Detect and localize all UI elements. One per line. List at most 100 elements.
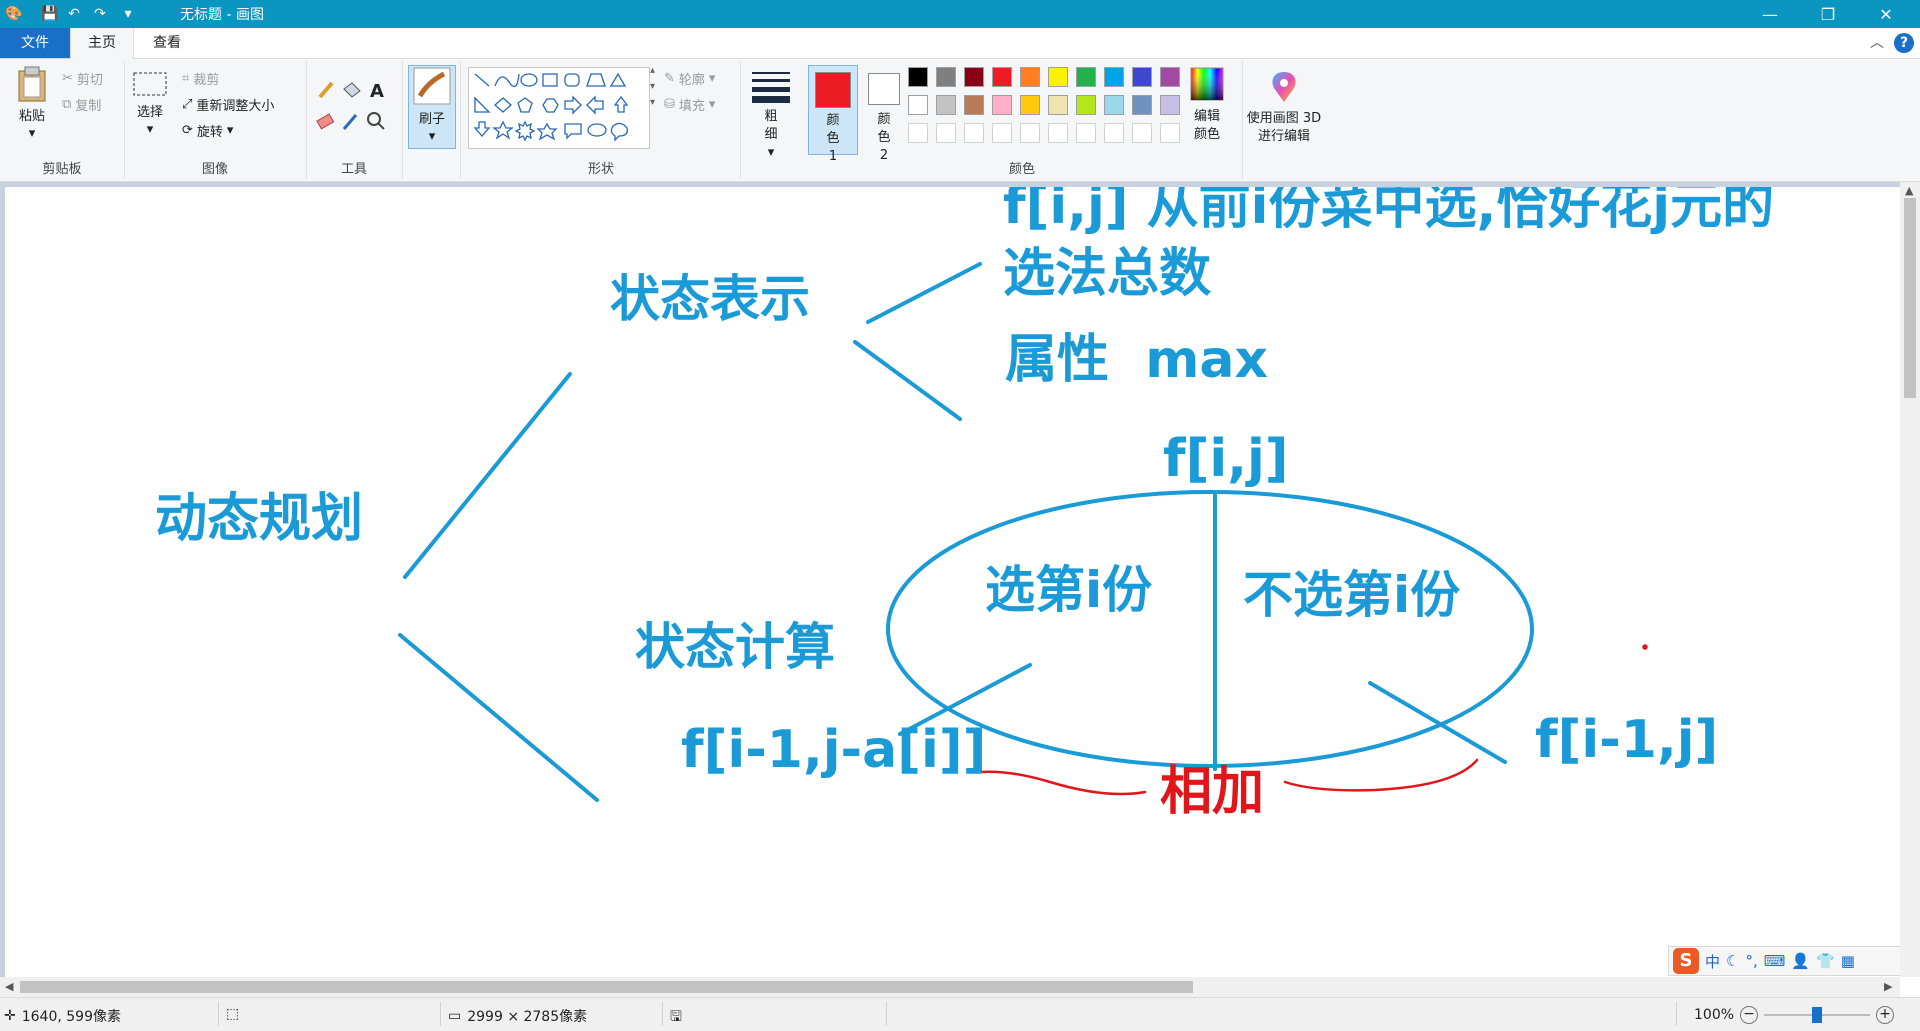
copy-button[interactable]: ⧉ 复制 bbox=[62, 95, 101, 114]
skin-icon[interactable]: 👕 bbox=[1816, 952, 1835, 970]
palette-swatch[interactable] bbox=[908, 67, 928, 87]
drawing-canvas[interactable]: 动态规划 状态表示 状态计算 f[i,j] 从前i份菜中选,恰好花j元的 选法总… bbox=[5, 187, 1900, 977]
grid-icon[interactable]: ▦ bbox=[1841, 952, 1855, 970]
palette-swatch[interactable] bbox=[1104, 95, 1124, 115]
shapes-scroll[interactable]: ▴ ▾ ▾ bbox=[650, 65, 655, 109]
fill-button[interactable]: ⛁ 填充 ▾ bbox=[664, 95, 715, 114]
save-icon[interactable]: 💾 bbox=[40, 0, 60, 28]
fill-bucket-icon bbox=[343, 82, 361, 98]
custom-color-slot[interactable] bbox=[1020, 123, 1040, 143]
palette-swatch[interactable] bbox=[992, 95, 1012, 115]
maximize-button[interactable]: ❐ bbox=[1800, 0, 1856, 28]
file-size: 🖫 bbox=[670, 1006, 682, 1030]
palette-swatch[interactable] bbox=[964, 95, 984, 115]
custom-color-slot[interactable] bbox=[992, 123, 1012, 143]
scroll-right-icon[interactable]: ▶ bbox=[1884, 980, 1892, 993]
ime-mode-label[interactable]: 中 bbox=[1705, 951, 1720, 972]
colors-group-label: 颜色 bbox=[1008, 162, 1035, 177]
palette-swatch[interactable] bbox=[1076, 67, 1096, 87]
paste-dropdown-icon[interactable]: ▾ bbox=[8, 125, 56, 142]
palette-swatch[interactable] bbox=[1160, 95, 1180, 115]
palette-swatch[interactable] bbox=[1048, 67, 1068, 87]
punctuation-icon[interactable]: °, bbox=[1745, 952, 1757, 970]
selection-icon: ⬚ bbox=[226, 1006, 240, 1022]
zoom-slider[interactable] bbox=[1764, 1007, 1871, 1023]
scroll-left-icon[interactable]: ◀ bbox=[5, 980, 13, 993]
paste-button[interactable]: 粘贴 ▾ bbox=[8, 65, 56, 142]
color1-button[interactable]: 颜色 1 bbox=[808, 65, 858, 164]
vertical-scroll-thumb[interactable] bbox=[1904, 198, 1916, 398]
select-dropdown-icon[interactable]: ▾ bbox=[130, 121, 170, 138]
select-rectangle-icon bbox=[133, 72, 167, 96]
scroll-up-icon[interactable]: ▲ bbox=[1905, 184, 1913, 197]
title-bar: 🎨 💾 ↶ ↷ ▾ 无标题 - 画图 — ❐ ✕ bbox=[0, 0, 1920, 28]
custom-color-slot[interactable] bbox=[1132, 123, 1152, 143]
brushes-label: 刷子 bbox=[418, 112, 445, 127]
keyboard-icon[interactable]: ⌨ bbox=[1764, 952, 1786, 970]
brushes-button[interactable]: 刷子 ▾ bbox=[408, 65, 456, 149]
custom-color-slot[interactable] bbox=[1104, 123, 1124, 143]
vertical-scrollbar[interactable]: ▲ bbox=[1900, 182, 1920, 977]
custom-color-slot[interactable] bbox=[1076, 123, 1096, 143]
fill-label: 填充 bbox=[678, 99, 705, 114]
tab-view[interactable]: 查看 bbox=[138, 28, 196, 58]
line-root-to-repr bbox=[403, 372, 572, 579]
crop-button[interactable]: ⌗ 裁剪 bbox=[182, 69, 219, 88]
collapse-ribbon-icon[interactable]: ︿ bbox=[1870, 32, 1884, 52]
rotate-dropdown-icon[interactable]: ▾ bbox=[227, 123, 234, 138]
palette-swatch[interactable] bbox=[936, 67, 956, 87]
palette-swatch[interactable] bbox=[992, 67, 1012, 87]
brushes-dropdown-icon[interactable]: ▾ bbox=[409, 128, 455, 145]
palette-swatch[interactable] bbox=[1020, 67, 1040, 87]
user-icon[interactable]: 👤 bbox=[1791, 952, 1810, 970]
custom-color-slot[interactable] bbox=[1160, 123, 1180, 143]
outline-button[interactable]: ✎ 轮廓 ▾ bbox=[664, 69, 715, 88]
close-button[interactable]: ✕ bbox=[1858, 0, 1914, 28]
moon-icon[interactable]: ☾ bbox=[1726, 952, 1739, 970]
zoom-out-icon[interactable]: − bbox=[1740, 1006, 1759, 1024]
pencil-icon bbox=[318, 81, 334, 99]
edit-colors-button[interactable]: 编辑颜色 bbox=[1182, 65, 1232, 144]
custom-color-slot[interactable] bbox=[1048, 123, 1068, 143]
magnifier-icon bbox=[367, 112, 385, 130]
horizontal-scrollbar[interactable]: ◀ ▶ bbox=[0, 977, 1900, 997]
palette-swatch[interactable] bbox=[1048, 95, 1068, 115]
color2-button[interactable]: 颜色 2 bbox=[860, 65, 908, 163]
paint3d-group: 使用画图 3D 进行编辑 bbox=[1242, 61, 1326, 179]
custom-color-slot[interactable] bbox=[964, 123, 984, 143]
palette-swatch[interactable] bbox=[1076, 95, 1096, 115]
palette-swatch[interactable] bbox=[908, 95, 928, 115]
redo-icon[interactable]: ↷ bbox=[90, 0, 110, 28]
minimize-button[interactable]: — bbox=[1742, 0, 1798, 28]
rotate-button[interactable]: ⟳ 旋转 ▾ bbox=[182, 121, 233, 140]
cursor-position-value: 1640, 599像素 bbox=[21, 1009, 121, 1025]
palette-swatch[interactable] bbox=[1132, 67, 1152, 87]
resize-button[interactable]: ⤢ 重新调整大小 bbox=[182, 95, 274, 114]
quick-access-menu-icon[interactable]: ▾ bbox=[116, 0, 140, 28]
zoom-in-icon[interactable]: + bbox=[1876, 1006, 1895, 1024]
right-brace-curve bbox=[1283, 758, 1479, 792]
custom-color-slot[interactable] bbox=[936, 123, 956, 143]
undo-icon[interactable]: ↶ bbox=[64, 0, 84, 28]
paint3d-button[interactable]: 使用画图 3D 进行编辑 bbox=[1242, 69, 1326, 146]
shapes-gallery[interactable] bbox=[468, 67, 650, 149]
tab-file[interactable]: 文件 bbox=[0, 28, 70, 58]
sum-label: 相加 bbox=[1160, 762, 1264, 822]
palette-swatch[interactable] bbox=[1104, 67, 1124, 87]
color-picker-icon bbox=[342, 114, 358, 130]
size-button[interactable]: 粗细 ▾ bbox=[748, 69, 794, 161]
zoom-slider-thumb[interactable] bbox=[1812, 1007, 1823, 1023]
cut-button[interactable]: ✂ 剪切 bbox=[62, 69, 103, 88]
palette-swatch[interactable] bbox=[964, 67, 984, 87]
tab-home[interactable]: 主页 bbox=[70, 28, 134, 59]
custom-color-slot[interactable] bbox=[908, 123, 928, 143]
horizontal-scroll-thumb[interactable] bbox=[20, 981, 1193, 993]
palette-swatch[interactable] bbox=[1020, 95, 1040, 115]
size-dropdown-icon[interactable]: ▾ bbox=[748, 144, 794, 161]
palette-swatch[interactable] bbox=[936, 95, 956, 115]
help-icon[interactable]: ? bbox=[1894, 33, 1914, 53]
palette-swatch[interactable] bbox=[1160, 67, 1180, 87]
ime-toolbar[interactable]: S 中 ☾ °, ⌨ 👤 👕 ▦ bbox=[1668, 946, 1908, 976]
palette-swatch[interactable] bbox=[1132, 95, 1152, 115]
select-button[interactable]: 选择 ▾ bbox=[130, 71, 170, 138]
